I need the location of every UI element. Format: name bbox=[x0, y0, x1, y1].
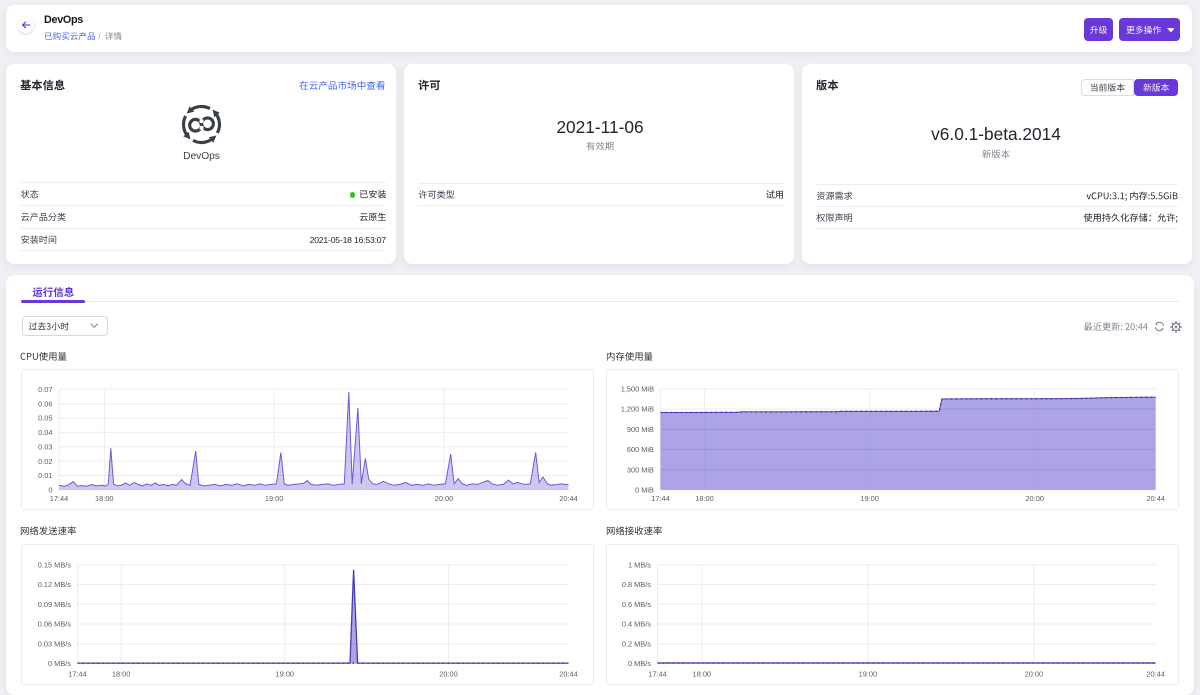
svg-text:19:00: 19:00 bbox=[265, 494, 284, 503]
svg-text:17:44: 17:44 bbox=[50, 494, 69, 503]
svg-text:0.07: 0.07 bbox=[38, 384, 52, 393]
svg-text:19:00: 19:00 bbox=[276, 669, 295, 678]
svg-text:20:00: 20:00 bbox=[435, 494, 454, 503]
svg-text:17:44: 17:44 bbox=[651, 494, 670, 503]
svg-text:20:00: 20:00 bbox=[439, 669, 458, 678]
svg-text:0.06: 0.06 bbox=[38, 399, 52, 408]
svg-text:17:44: 17:44 bbox=[68, 669, 87, 678]
svg-text:17:44: 17:44 bbox=[648, 669, 667, 678]
svg-text:900 MiB: 900 MiB bbox=[627, 424, 654, 433]
svg-text:0.03: 0.03 bbox=[38, 442, 52, 451]
svg-text:0.2 MB/s: 0.2 MB/s bbox=[622, 639, 651, 648]
svg-text:20:00: 20:00 bbox=[1025, 669, 1044, 678]
svg-text:0 MB/s: 0 MB/s bbox=[628, 659, 651, 668]
svg-text:19:00: 19:00 bbox=[859, 669, 878, 678]
svg-text:0.12 MB/s: 0.12 MB/s bbox=[38, 580, 72, 589]
svg-text:0.05: 0.05 bbox=[38, 413, 52, 422]
svg-text:0 MB/s: 0 MB/s bbox=[48, 659, 71, 668]
svg-text:0.6 MB/s: 0.6 MB/s bbox=[622, 599, 651, 608]
svg-text:18:00: 18:00 bbox=[95, 494, 114, 503]
svg-text:20:44: 20:44 bbox=[1146, 669, 1165, 678]
svg-text:18:00: 18:00 bbox=[693, 669, 712, 678]
svg-text:0.04: 0.04 bbox=[38, 428, 52, 437]
svg-text:0.02: 0.02 bbox=[38, 456, 52, 465]
svg-text:0.09 MB/s: 0.09 MB/s bbox=[38, 599, 72, 608]
svg-text:0.15 MB/s: 0.15 MB/s bbox=[38, 560, 72, 569]
svg-text:20:44: 20:44 bbox=[559, 669, 578, 678]
svg-text:18:00: 18:00 bbox=[112, 669, 131, 678]
svg-text:20:44: 20:44 bbox=[1146, 494, 1165, 503]
svg-text:0.4 MB/s: 0.4 MB/s bbox=[622, 619, 651, 628]
svg-text:19:00: 19:00 bbox=[860, 494, 879, 503]
svg-text:0.8 MB/s: 0.8 MB/s bbox=[622, 580, 651, 589]
svg-text:1,200 MiB: 1,200 MiB bbox=[621, 404, 654, 413]
svg-text:300 MiB: 300 MiB bbox=[627, 465, 654, 474]
svg-text:0.01: 0.01 bbox=[38, 471, 52, 480]
svg-text:0.03 MB/s: 0.03 MB/s bbox=[38, 639, 72, 648]
svg-text:0.06 MB/s: 0.06 MB/s bbox=[38, 619, 72, 628]
svg-text:1,500 MiB: 1,500 MiB bbox=[621, 384, 654, 393]
svg-text:1 MB/s: 1 MB/s bbox=[628, 560, 651, 569]
svg-text:20:00: 20:00 bbox=[1025, 494, 1044, 503]
svg-text:600 MiB: 600 MiB bbox=[627, 445, 654, 454]
svg-text:20:44: 20:44 bbox=[559, 494, 578, 503]
svg-text:18:00: 18:00 bbox=[695, 494, 714, 503]
